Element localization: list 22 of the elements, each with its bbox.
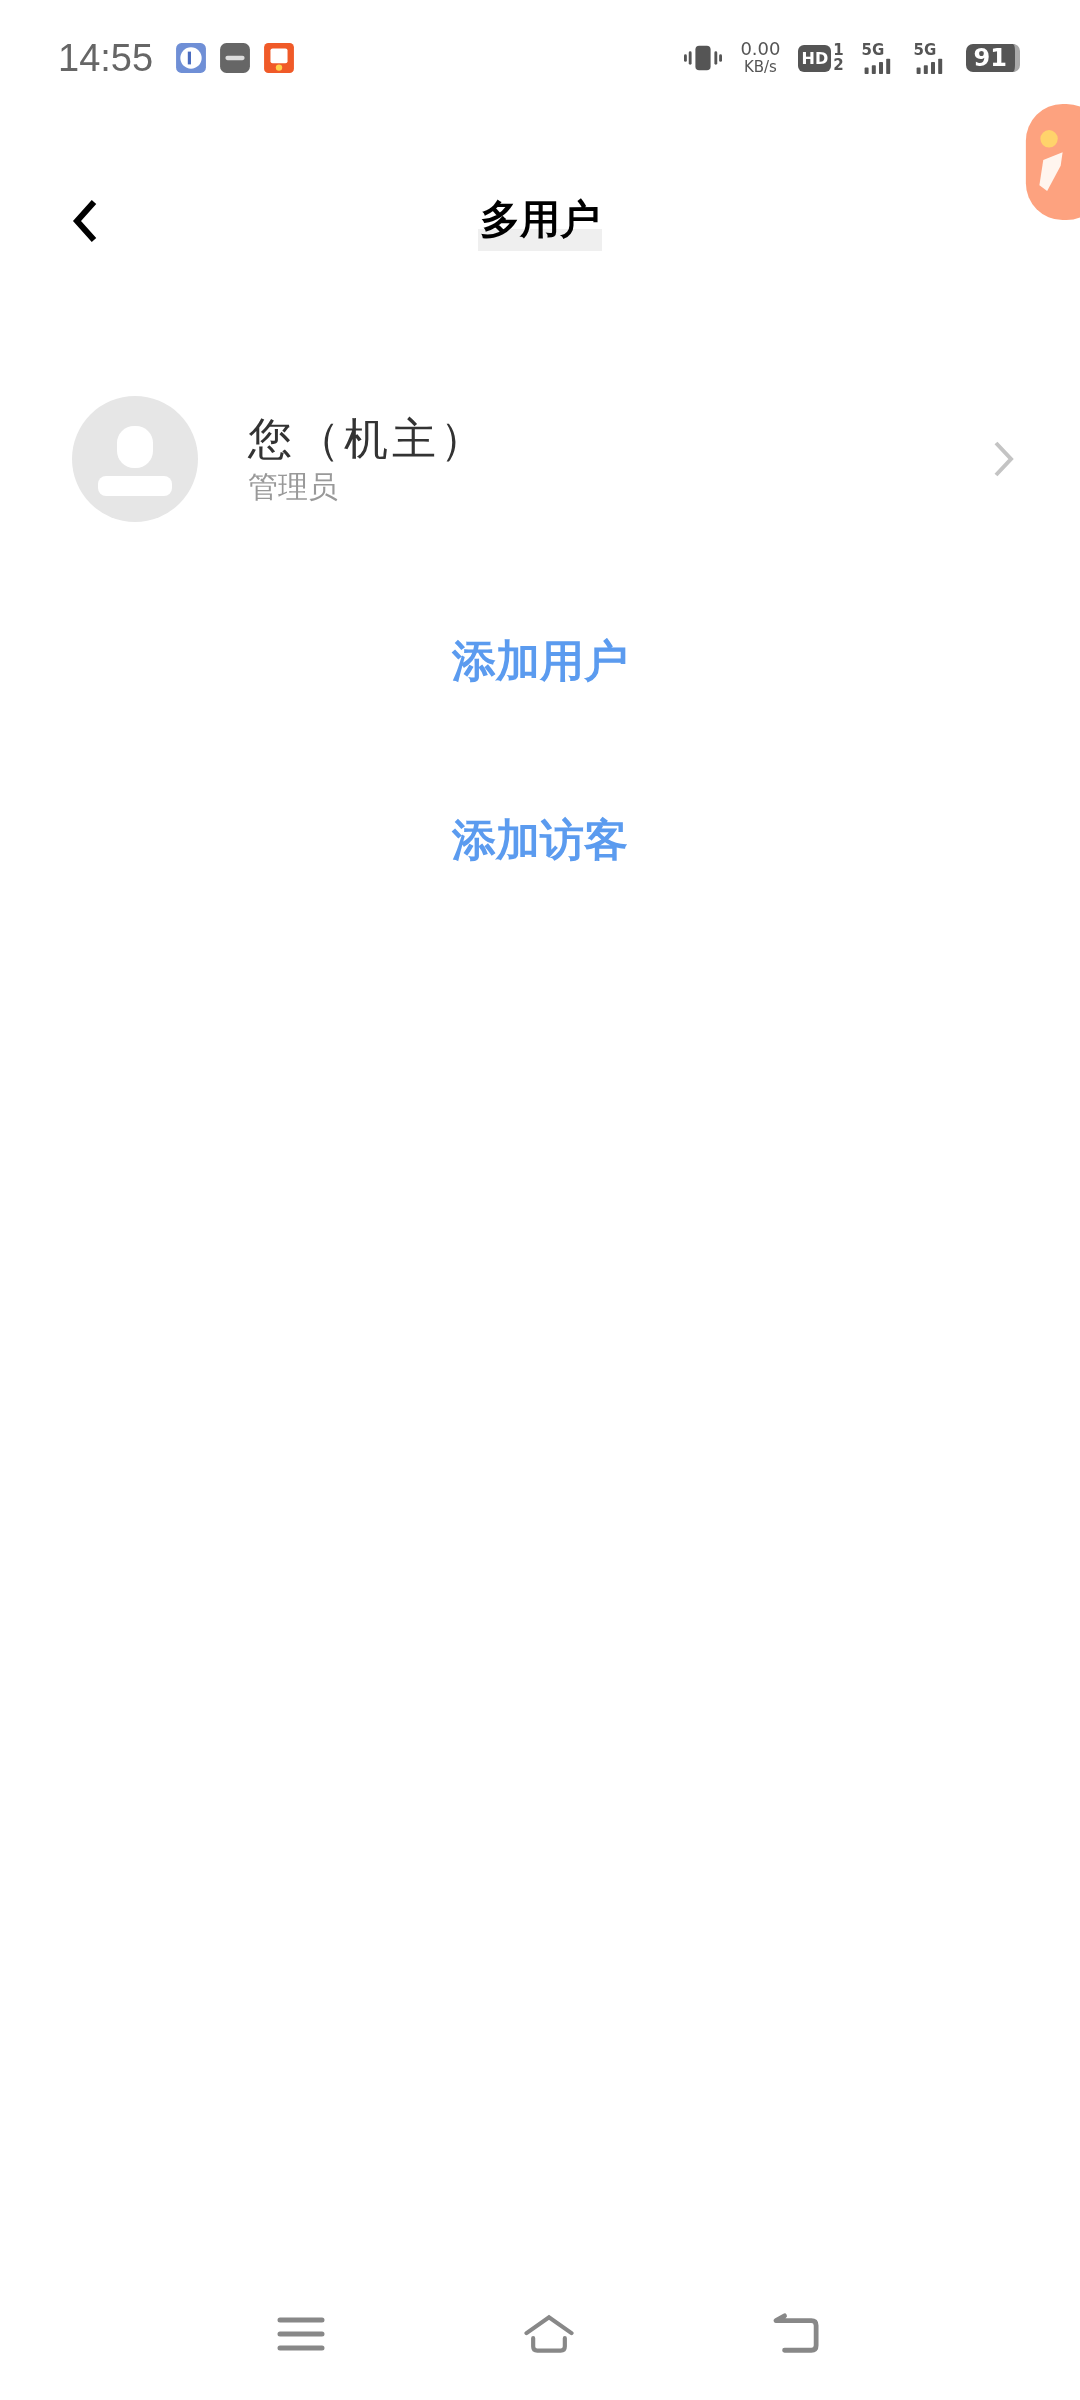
battery-level: 91 xyxy=(965,44,1020,72)
add-link[interactable]: 添加访客 xyxy=(452,811,628,870)
net-speed: 0.00 xyxy=(740,40,781,58)
chevron-icon xyxy=(992,439,1016,479)
return-icon[interactable] xyxy=(772,2312,822,2356)
sim-number: 1 xyxy=(833,43,844,58)
home-icon[interactable] xyxy=(524,2312,574,2356)
network-type: 5G xyxy=(913,42,937,58)
app-icon xyxy=(219,42,252,74)
net-unit: KB/s xyxy=(743,58,777,76)
app-icon xyxy=(175,42,208,74)
network-type: 5G xyxy=(861,42,885,58)
status-time: 14:55 xyxy=(58,36,154,80)
app-icon xyxy=(263,42,296,74)
user-role: 管理员 xyxy=(248,468,339,506)
hd-icon: HD xyxy=(798,44,832,72)
user-row[interactable]: 您（机主） 管理员 xyxy=(0,396,1080,522)
avatar-icon xyxy=(72,396,198,522)
user-name: 您（机主） xyxy=(248,412,489,466)
sim-number: 2 xyxy=(833,58,844,73)
add-link[interactable]: 添加用户 xyxy=(452,632,628,691)
vibrate-icon xyxy=(684,43,723,73)
